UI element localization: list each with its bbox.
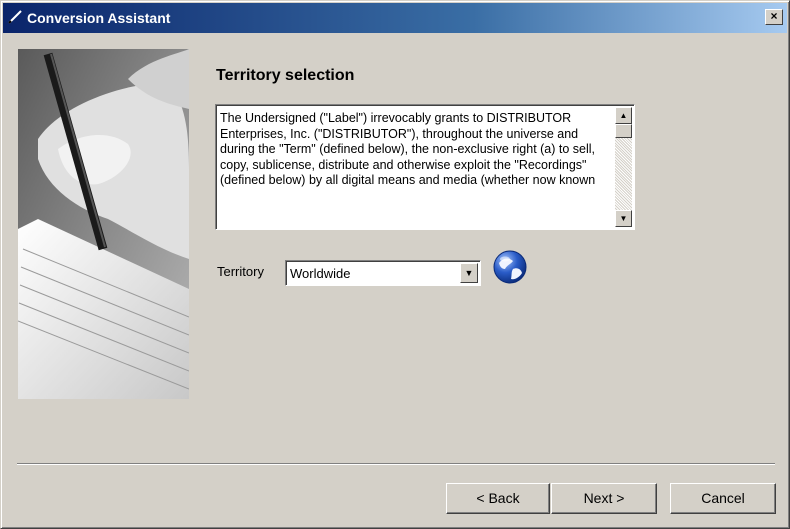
territory-value: Worldwide [290, 266, 351, 281]
separator [17, 463, 775, 465]
close-button[interactable]: × [765, 9, 783, 25]
up-arrow-icon: ▲ [619, 111, 628, 120]
page-title: Territory selection [216, 67, 355, 84]
conversion-assistant-window: Conversion Assistant × Territory selecti… [0, 0, 790, 529]
scroll-down-button[interactable]: ▼ [615, 210, 632, 227]
scroll-thumb[interactable] [615, 124, 632, 138]
pen-icon [8, 10, 22, 24]
signing-photo [18, 49, 189, 399]
chevron-down-icon: ▼ [464, 268, 474, 278]
license-text: The Undersigned ("Label") irrevocably gr… [220, 111, 596, 187]
title-bar[interactable]: Conversion Assistant × [3, 3, 787, 33]
territory-select[interactable]: Worldwide ▼ [285, 260, 481, 286]
window-title: Conversion Assistant [27, 10, 171, 26]
cancel-button[interactable]: Cancel [670, 483, 776, 514]
license-textbox[interactable]: The Undersigned ("Label") irrevocably gr… [215, 104, 635, 230]
globe-icon[interactable] [491, 249, 529, 285]
down-arrow-icon: ▼ [619, 214, 628, 223]
territory-label: Territory [217, 264, 264, 279]
territory-dropdown-button[interactable]: ▼ [460, 263, 478, 283]
scroll-up-button[interactable]: ▲ [615, 107, 632, 124]
next-button[interactable]: Next > [551, 483, 657, 514]
back-button[interactable]: < Back [446, 483, 550, 514]
vertical-scrollbar[interactable]: ▲ ▼ [615, 107, 632, 227]
close-icon: × [770, 9, 778, 23]
